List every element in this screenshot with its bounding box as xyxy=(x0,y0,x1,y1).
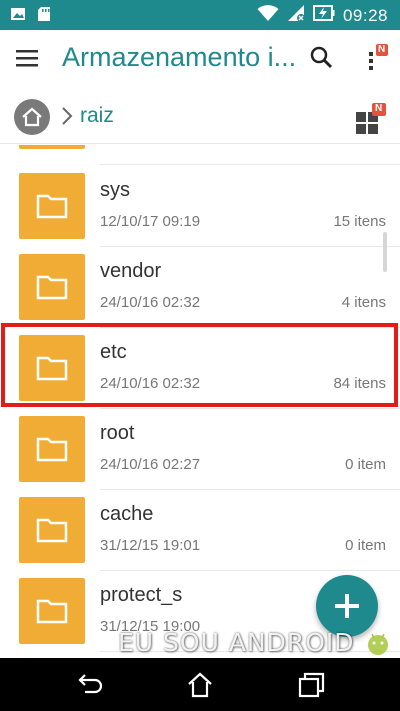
navigation-bar xyxy=(0,658,400,711)
grid-view-icon[interactable]: N xyxy=(354,102,388,136)
file-count: 0 item xyxy=(345,537,386,554)
folder-icon xyxy=(19,497,85,563)
file-date: 31/12/15 19:01 xyxy=(100,537,201,554)
android-logo-icon xyxy=(364,630,392,658)
list-item[interactable]: sys 12/10/17 09:19 15 itens xyxy=(0,165,400,246)
page-title: Armazenamento i... xyxy=(62,42,297,72)
folder-icon xyxy=(19,145,85,149)
file-date: 12/10/17 09:19 xyxy=(100,213,201,230)
breadcrumb: raiz N xyxy=(0,88,400,144)
breadcrumb-root[interactable]: raiz xyxy=(80,104,114,128)
list-item[interactable]: root 24/10/16 02:27 0 item xyxy=(0,408,400,489)
list-item[interactable]: vendor 24/10/16 02:32 4 itens xyxy=(0,246,400,327)
folder-icon xyxy=(19,254,85,320)
chevron-right-icon xyxy=(60,106,74,126)
home-icon[interactable] xyxy=(14,99,50,135)
file-count: 0 item xyxy=(345,456,386,473)
file-date: 24/10/16 02:32 xyxy=(100,294,201,311)
folder-icon xyxy=(19,578,85,644)
back-icon[interactable] xyxy=(75,670,105,700)
file-name: root xyxy=(100,422,135,444)
status-bar: 09:28 xyxy=(0,0,400,30)
wifi-icon xyxy=(257,4,279,27)
file-name: vendor xyxy=(100,260,162,282)
list-item[interactable]: etc 24/10/16 02:32 84 itens xyxy=(0,327,400,408)
sd-card-icon xyxy=(36,6,52,22)
file-name: cache xyxy=(100,503,154,525)
file-count: 4 itens xyxy=(341,294,386,311)
file-name: sys xyxy=(100,179,130,201)
signal-no-data-icon xyxy=(287,4,305,27)
plus-icon xyxy=(335,594,359,618)
file-count: 15 itens xyxy=(333,213,386,230)
list-item[interactable] xyxy=(0,145,400,156)
file-date: 24/10/16 02:32 xyxy=(100,375,201,392)
list-item[interactable]: cache 31/12/15 19:01 0 item xyxy=(0,489,400,570)
status-time: 09:28 xyxy=(342,5,388,25)
folder-icon xyxy=(19,173,85,239)
more-vert-icon[interactable]: N xyxy=(364,40,390,76)
folder-icon xyxy=(19,416,85,482)
home-icon[interactable] xyxy=(185,670,215,700)
file-name: protect_s xyxy=(100,584,183,606)
folder-icon xyxy=(19,335,85,401)
scrollbar-thumb[interactable] xyxy=(383,232,387,272)
grid-view-badge: N xyxy=(375,103,383,114)
file-date: 24/10/16 02:27 xyxy=(100,456,201,473)
battery-charging-icon xyxy=(312,5,335,26)
image-icon xyxy=(10,6,26,22)
search-icon[interactable] xyxy=(308,44,336,72)
app-bar: Armazenamento i... N xyxy=(0,30,400,88)
recents-icon[interactable] xyxy=(296,670,326,700)
hamburger-menu-icon[interactable] xyxy=(14,46,42,72)
watermark: EU SOU ANDROID xyxy=(118,628,355,657)
more-badge: N xyxy=(378,44,386,55)
file-count: 84 itens xyxy=(333,375,386,392)
file-name: etc xyxy=(100,341,127,363)
